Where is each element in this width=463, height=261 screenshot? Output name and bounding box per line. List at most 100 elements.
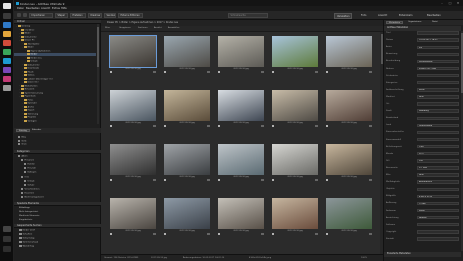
thumbnail-image[interactable] xyxy=(164,36,210,67)
select-button[interactable]: Auswählen xyxy=(168,27,179,29)
metadata-value-field[interactable]: 200 xyxy=(417,159,459,163)
menu-help[interactable]: Hilfe xyxy=(61,7,67,10)
tag-checkbox-icon[interactable] xyxy=(218,71,220,73)
app-icon[interactable] xyxy=(3,67,11,73)
thumbnail-image[interactable] xyxy=(272,198,318,229)
metadata-value-field[interactable]: Normal xyxy=(417,215,459,220)
create-dropdown[interactable]: Erstellen xyxy=(70,13,86,18)
thumbnail-image[interactable] xyxy=(272,36,318,67)
thumbnail[interactable]: 2017-09-10.jpg xyxy=(161,34,213,76)
folder-scroll-thumb[interactable] xyxy=(97,27,99,67)
checkbox-icon[interactable] xyxy=(24,167,26,170)
thumbnail[interactable]: 2017-09-10.jpg xyxy=(269,142,321,184)
thumbnail[interactable]: 2017-09-10.jpg xyxy=(215,88,267,130)
tag-checkbox-icon[interactable] xyxy=(272,233,274,235)
tab-file[interactable]: Datei xyxy=(430,21,440,25)
sort-button[interactable]: Sortieren xyxy=(138,27,148,29)
view-button[interactable]: Ansicht xyxy=(154,27,162,29)
thumbnail[interactable]: 2017-09-10.jpg xyxy=(323,142,375,184)
metadata-value-field[interactable] xyxy=(417,130,459,135)
thumbnail-image[interactable] xyxy=(164,144,210,175)
saved-search-item[interactable]: Kinder 2017 xyxy=(14,229,96,232)
folder-scrollbar[interactable] xyxy=(97,24,99,124)
category-item[interactable]: Freunde xyxy=(14,167,96,170)
thumbnail[interactable]: 2017-09-10.jpg xyxy=(323,196,375,238)
thumbnail[interactable]: 2017-09-10.jpg xyxy=(323,88,375,130)
thumbnail[interactable]: 2017-09-10.jpg xyxy=(215,142,267,184)
tag-checkbox-icon[interactable] xyxy=(326,71,328,73)
quick-search-input[interactable]: Schnellsuche xyxy=(228,13,268,18)
close-button[interactable]: ✕ xyxy=(455,1,461,5)
metadata-value-field[interactable] xyxy=(417,137,459,142)
checkbox-icon[interactable] xyxy=(24,179,26,182)
thumbnail-image[interactable] xyxy=(110,144,156,175)
app-icon[interactable] xyxy=(3,40,11,46)
tag-checkbox-icon[interactable] xyxy=(272,71,274,73)
tag-checkbox-icon[interactable] xyxy=(164,71,166,73)
checkbox-icon[interactable] xyxy=(18,155,20,157)
metadata-value-field[interactable]: 10.09.2017 14:22 xyxy=(417,38,459,42)
acdsee-icon[interactable] xyxy=(3,58,11,64)
tag-checkbox-icon[interactable] xyxy=(218,233,220,235)
thumbnail[interactable]: 2017-09-10.jpg xyxy=(215,196,267,238)
tab-metadata[interactable]: Metadaten xyxy=(386,20,404,25)
metadata-value-field[interactable]: Nein xyxy=(417,173,459,177)
metadata-value-field[interactable]: Keine xyxy=(417,88,459,92)
category-item[interactable]: Orte xyxy=(14,175,96,179)
group-button[interactable]: Gruppieren xyxy=(119,27,131,29)
folder-tree-item[interactable]: › Vorlagen xyxy=(14,119,96,123)
thumbnail[interactable]: 2017-09-10.jpg xyxy=(107,142,159,184)
notification-icon[interactable] xyxy=(3,226,11,232)
tag-checkbox-icon[interactable] xyxy=(110,179,112,181)
thumbnail[interactable]: 2017-09-10.jpg xyxy=(269,88,321,130)
metadata-value-field[interactable] xyxy=(417,81,459,85)
thumbnail[interactable]: 2017-09-10.jpg xyxy=(161,88,213,130)
thumbnail-image[interactable] xyxy=(218,144,264,175)
metadata-value-field[interactable]: 72 dpi xyxy=(417,201,459,206)
label-item[interactable]: Grün xyxy=(18,143,27,146)
thumbnail[interactable]: 2017-09-10.jpg xyxy=(107,196,159,238)
thumbnail-image[interactable] xyxy=(109,35,157,68)
tag-checkbox-icon[interactable] xyxy=(164,233,166,235)
saved-search-item[interactable]: Sommerurlaub xyxy=(14,241,96,244)
batch-dropdown[interactable]: Stapel xyxy=(55,13,68,18)
filter-button[interactable]: Filter xyxy=(105,27,110,29)
metadata-value-field[interactable] xyxy=(417,52,459,57)
special-item[interactable]: Nicht kategorisiert xyxy=(14,211,96,214)
import-dropdown[interactable]: Importieren xyxy=(29,13,53,18)
metadata-value-field[interactable] xyxy=(417,187,459,191)
tag-checkbox-icon[interactable] xyxy=(326,179,328,181)
thumbnail-image[interactable] xyxy=(218,90,264,121)
saved-search-item[interactable]: Wandertag xyxy=(14,245,96,248)
menu-edit[interactable]: Bearbeiten xyxy=(26,7,40,10)
slideshow-dropdown[interactable]: Diashow xyxy=(88,13,102,18)
metadata-value-field[interactable]: Kinder 2017 Bus xyxy=(417,66,459,71)
checkbox-icon[interactable] xyxy=(21,175,23,178)
home-icon[interactable] xyxy=(17,13,21,17)
categories-header[interactable]: Kategorien xyxy=(14,150,101,154)
thumbnail-image[interactable] xyxy=(110,90,156,121)
metadata-value-field[interactable] xyxy=(417,237,459,241)
metadata-value-field[interactable] xyxy=(417,223,459,227)
tab-catalog[interactable]: Katalog xyxy=(16,128,30,133)
checkbox-icon[interactable] xyxy=(21,196,23,198)
menu-file[interactable]: Datei xyxy=(17,7,24,10)
metadata-value-field[interactable]: f/2.2 xyxy=(417,152,459,156)
menu-view[interactable]: Ansicht xyxy=(41,7,50,10)
checkbox-icon[interactable] xyxy=(21,159,23,162)
mode-manage[interactable]: Verwalten xyxy=(334,12,353,19)
thumbnail-image[interactable] xyxy=(272,144,318,175)
start-icon[interactable] xyxy=(3,3,11,9)
metadata-value-field[interactable]: Deutschland xyxy=(417,123,459,128)
explorer-icon[interactable] xyxy=(3,31,11,37)
thumbnail-image[interactable] xyxy=(164,198,210,229)
metadata-value-field[interactable]: 4160 x 3120 xyxy=(417,194,459,199)
tag-checkbox-icon[interactable] xyxy=(218,179,220,181)
saved-search-item[interactable]: Schulfest xyxy=(14,233,96,236)
language-icon[interactable] xyxy=(3,246,11,252)
tag-checkbox-icon[interactable] xyxy=(326,125,328,127)
tag-checkbox-icon[interactable] xyxy=(164,179,166,181)
thumbnail-image[interactable] xyxy=(326,198,372,229)
menu-tools[interactable]: Extras xyxy=(52,7,60,10)
special-item[interactable]: Bildablage xyxy=(14,207,96,210)
